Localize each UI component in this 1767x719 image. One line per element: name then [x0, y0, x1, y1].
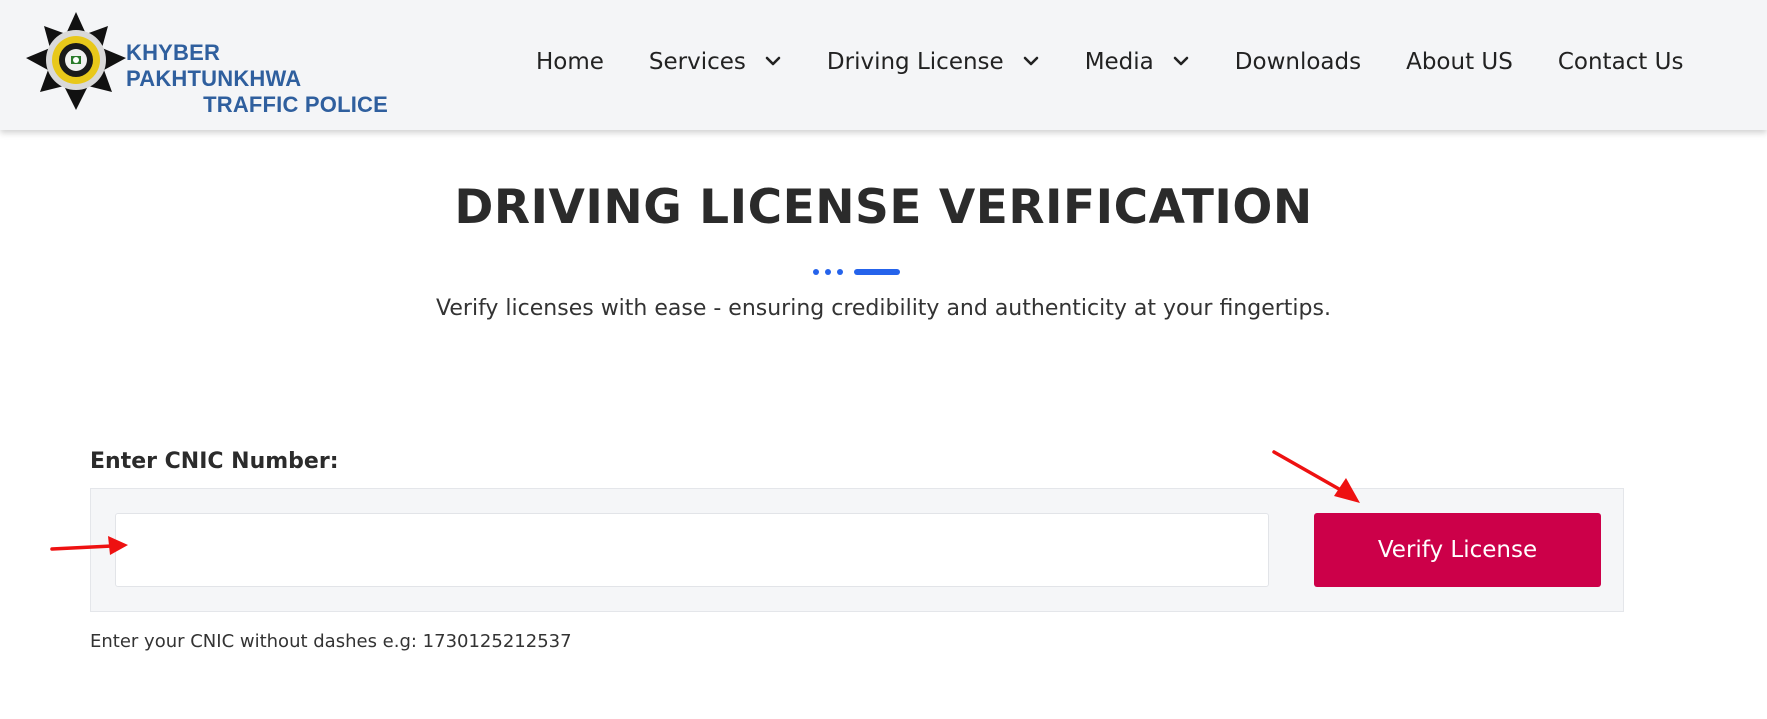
- chevron-down-icon: [765, 56, 781, 66]
- nav-about-us[interactable]: About US: [1406, 49, 1513, 75]
- page-subtitle: Verify licenses with ease - ensuring cre…: [436, 296, 1331, 321]
- site-header: KHYBER PAKHTUNKHWA TRAFFIC POLICE Home S…: [0, 0, 1767, 130]
- nav-media[interactable]: Media: [1085, 49, 1190, 75]
- page: KHYBER PAKHTUNKHWA TRAFFIC POLICE Home S…: [0, 0, 1767, 719]
- arrow-to-input-icon: [50, 536, 128, 555]
- title-divider: [813, 269, 900, 275]
- nav-about-us-label: About US: [1406, 49, 1513, 75]
- chevron-down-icon: [1173, 56, 1189, 66]
- logo-line-1: KHYBER PAKHTUNKHWA: [126, 40, 302, 91]
- nav-driving-license[interactable]: Driving License: [827, 49, 1040, 75]
- logo-text[interactable]: KHYBER PAKHTUNKHWA TRAFFIC POLICE: [126, 40, 388, 118]
- verify-license-button[interactable]: Verify License: [1314, 513, 1601, 587]
- cnic-label: Enter CNIC Number:: [90, 449, 339, 474]
- nav-driving-license-label: Driving License: [826, 49, 1004, 75]
- nav-home-label: Home: [536, 49, 604, 75]
- logo-line-2: TRAFFIC POLICE: [203, 92, 388, 117]
- cnic-input[interactable]: [115, 513, 1269, 587]
- verification-form: Verify License: [90, 488, 1624, 612]
- nav-contact-us[interactable]: Contact Us: [1558, 49, 1684, 75]
- kp-traffic-police-logo-icon[interactable]: [22, 10, 130, 112]
- nav-downloads[interactable]: Downloads: [1235, 49, 1361, 75]
- nav-services[interactable]: Services: [649, 49, 782, 75]
- main-nav: Home Services Driving License Media Down…: [536, 42, 1683, 82]
- cnic-hint: Enter your CNIC without dashes e.g: 1730…: [90, 631, 572, 652]
- nav-services-label: Services: [648, 49, 746, 75]
- nav-home[interactable]: Home: [536, 49, 604, 75]
- chevron-down-icon: [1023, 56, 1038, 66]
- nav-downloads-label: Downloads: [1234, 49, 1362, 75]
- nav-media-label: Media: [1084, 49, 1154, 75]
- arrow-to-verify-button-icon: [1272, 450, 1360, 503]
- page-title: DRIVING LICENSE VERIFICATION: [454, 180, 1313, 235]
- nav-contact-us-label: Contact Us: [1557, 49, 1684, 75]
